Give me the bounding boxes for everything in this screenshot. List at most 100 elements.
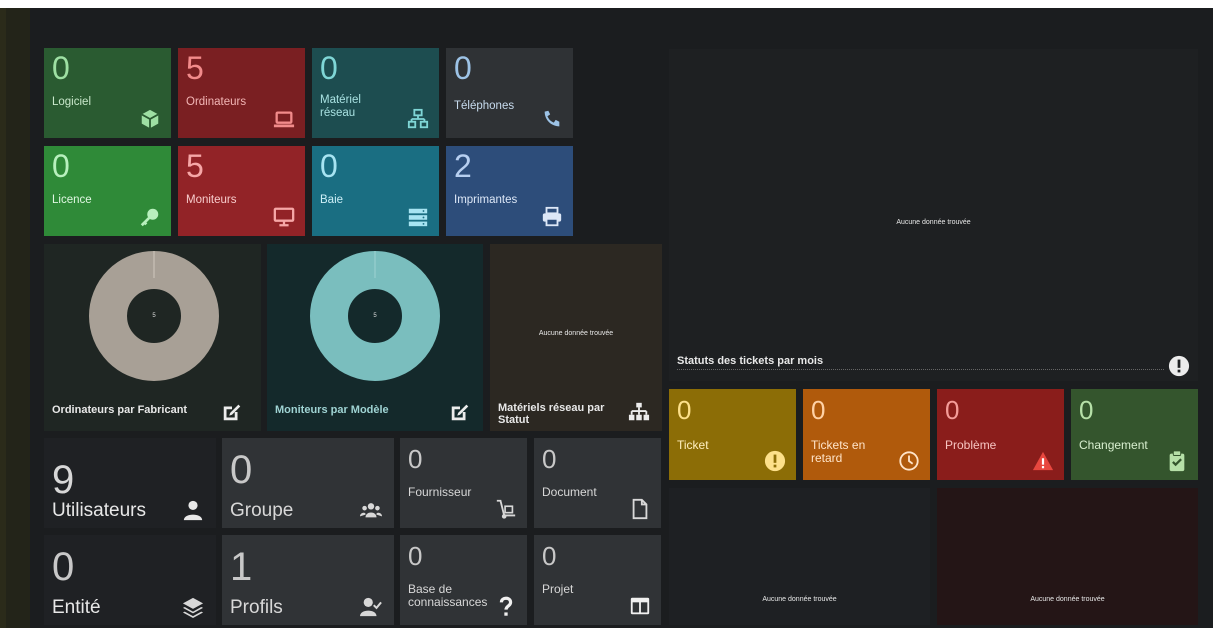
tile-imprimantes[interactable]: 2 Imprimantes [446, 146, 573, 236]
no-data-text: Aucune donnée trouvée [538, 330, 614, 337]
box-icon [137, 106, 163, 132]
tickets-status-panel: Aucune donnée trouvée Statuts des ticket… [669, 49, 1198, 381]
tile-label: Entité [52, 597, 101, 618]
key-icon [137, 204, 163, 230]
tile-label: Fournisseur [408, 485, 472, 499]
edit-icon[interactable] [221, 401, 243, 423]
tile-value: 5 [186, 50, 204, 86]
title-underline [677, 369, 1164, 370]
tile-value: 0 [1079, 395, 1094, 425]
tile-value: 0 [811, 395, 826, 425]
tile-baie[interactable]: 0 Baie [312, 146, 439, 236]
phone-icon [539, 106, 565, 132]
user-check-icon [358, 594, 384, 620]
tile-ticket[interactable]: 0 Ticket [669, 389, 796, 480]
tile-changement[interactable]: 0 Changement [1071, 389, 1198, 480]
chart-ordinateurs-fabricant: 5 Ordinateurs par Fabricant [44, 244, 261, 431]
bottom-left-panel: Aucune donnée trouvée [669, 488, 930, 625]
monitor-icon [271, 204, 297, 230]
donut-center-value: 5 [373, 313, 377, 319]
sitemap-icon[interactable] [628, 401, 650, 423]
question-icon [493, 593, 519, 619]
tile-value: 2 [454, 148, 472, 184]
tile-label: Ordinateurs [186, 96, 247, 108]
panel-title: Statuts des tickets par mois [677, 355, 824, 367]
layers-icon [180, 594, 206, 620]
tile-label: Matériel réseau [320, 94, 361, 119]
tile-entite[interactable]: 0 Entité [44, 535, 216, 625]
tile-materiel-reseau[interactable]: 0 Matériel réseau [312, 48, 439, 138]
alert-circle-icon[interactable] [1168, 355, 1190, 377]
no-data-text: Aucune donnée trouvée [896, 219, 971, 226]
clipboard-check-icon [1164, 448, 1190, 474]
tile-tickets-retard[interactable]: 0 Tickets en retard [803, 389, 930, 480]
tile-value: 0 [320, 148, 338, 184]
tile-label: Téléphones [454, 100, 515, 112]
tile-base-connaissances[interactable]: 0 Base de connaissances [400, 535, 527, 625]
donut-center-value: 5 [152, 313, 156, 319]
tile-label: Base de connaissances [408, 582, 488, 609]
laptop-icon [271, 106, 297, 132]
tile-label: Utilisateurs [52, 500, 146, 521]
tile-telephones[interactable]: 0 Téléphones [446, 48, 573, 138]
sidebar-edge [0, 8, 6, 628]
tile-value: 0 [408, 444, 423, 474]
tile-probleme[interactable]: 0 Problème [937, 389, 1064, 480]
tile-value: 5 [186, 148, 204, 184]
file-icon [627, 496, 653, 522]
tile-value: 0 [542, 541, 557, 571]
chart-title: Matériels réseau par Statut [498, 402, 605, 426]
clock-icon [896, 448, 922, 474]
printer-icon [539, 204, 565, 230]
server-icon [405, 204, 431, 230]
tile-projet[interactable]: 0 Projet [534, 535, 661, 625]
tile-groupe[interactable]: 0 Groupe [222, 438, 394, 528]
dolly-icon [493, 496, 519, 522]
tile-moniteurs[interactable]: 5 Moniteurs [178, 146, 305, 236]
tile-label: Moniteurs [186, 194, 237, 206]
users-icon [358, 497, 384, 523]
tile-value: 0 [677, 395, 692, 425]
tile-label: Changement [1079, 438, 1148, 452]
tile-licence[interactable]: 0 Licence [44, 146, 171, 236]
edit-icon[interactable] [449, 401, 471, 423]
tile-value: 0 [320, 50, 338, 86]
chart-title: Moniteurs par Modèle [275, 404, 389, 416]
tile-ordinateurs[interactable]: 5 Ordinateurs [178, 48, 305, 138]
tile-label: Tickets en retard [811, 438, 866, 465]
tile-label: Problème [945, 438, 997, 452]
tile-label: Groupe [230, 500, 294, 521]
tile-value: 0 [542, 444, 557, 474]
alert-circle-icon [762, 448, 788, 474]
tile-value: 9 [52, 458, 75, 502]
tile-label: Profils [230, 597, 283, 618]
network-icon [405, 106, 431, 132]
chart-moniteurs-modele: 5 Moniteurs par Modèle [267, 244, 483, 431]
tile-value: 1 [230, 545, 253, 589]
tile-value: 0 [408, 541, 423, 571]
tile-profils[interactable]: 1 Profils [222, 535, 394, 625]
bottom-right-panel: Aucune donnée trouvée [937, 488, 1198, 625]
chart-title: Ordinateurs par Fabricant [52, 404, 188, 416]
tile-value: 0 [52, 545, 75, 589]
tile-label: Logiciel [52, 96, 91, 108]
no-data-text: Aucune donnée trouvée [762, 596, 837, 603]
tile-label: Ticket [677, 438, 709, 452]
tile-fournisseur[interactable]: 0 Fournisseur [400, 438, 527, 528]
tile-utilisateurs[interactable]: 9 Utilisateurs [44, 438, 216, 528]
tile-logiciel[interactable]: 0 Logiciel [44, 48, 171, 138]
chart-materiels-reseau: Aucune donnée trouvée Matériels réseau p… [490, 244, 662, 431]
tile-document[interactable]: 0 Document [534, 438, 661, 528]
tile-label: Document [542, 485, 597, 499]
tile-value: 0 [230, 448, 253, 492]
top-bar [0, 0, 1213, 8]
tile-label: Projet [542, 582, 574, 596]
columns-icon [627, 593, 653, 619]
tile-label: Imprimantes [454, 194, 518, 206]
warning-icon [1030, 448, 1056, 474]
tile-label: Baie [320, 194, 344, 206]
tile-value: 0 [52, 50, 70, 86]
tile-label: Licence [52, 194, 92, 206]
tile-value: 0 [945, 395, 960, 425]
user-icon [180, 497, 206, 523]
